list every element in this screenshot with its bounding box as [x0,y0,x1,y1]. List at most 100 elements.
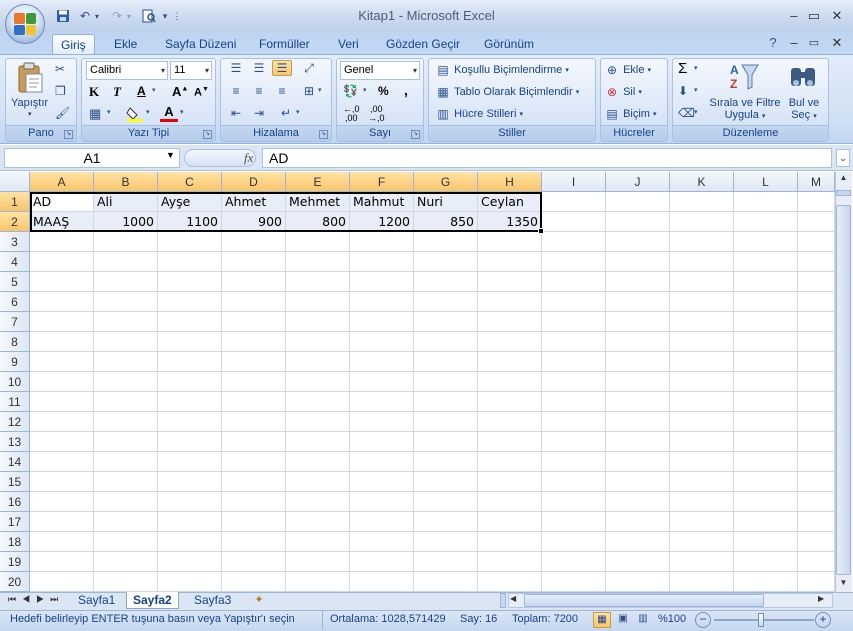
cell-e18[interactable] [286,532,350,552]
row-header-5[interactable]: 5 [0,272,30,292]
cell-f6[interactable] [350,292,414,312]
cell-b6[interactable] [94,292,158,312]
cell-d3[interactable] [222,232,286,252]
comma-button[interactable]: , [404,82,408,98]
row-header-4[interactable]: 4 [0,252,30,272]
align-middle-icon[interactable]: ☰ [249,61,269,75]
cell-c9[interactable] [158,352,222,372]
cell-f7[interactable] [350,312,414,332]
cell-h1[interactable]: Ceylan [478,192,542,212]
cell-a8[interactable] [30,332,94,352]
cell-m5[interactable] [798,272,835,292]
cell-a10[interactable] [30,372,94,392]
increase-indent-icon[interactable]: ⇥ [249,106,269,120]
row-header-1[interactable]: 1 [0,192,30,212]
cell-b1[interactable]: Ali [94,192,158,212]
zoom-out-icon[interactable]: − [695,612,711,628]
column-header-g[interactable]: G [414,172,478,192]
cell-e6[interactable] [286,292,350,312]
cell-g19[interactable] [414,552,478,572]
row-header-20[interactable]: 20 [0,572,30,592]
cell-j16[interactable] [606,492,670,512]
cell-h17[interactable] [478,512,542,532]
scroll-right-icon[interactable]: ▶ [818,594,824,603]
cell-e3[interactable] [286,232,350,252]
cell-g5[interactable] [414,272,478,292]
tab-split-box[interactable] [500,593,506,608]
cell-c7[interactable] [158,312,222,332]
cell-d16[interactable] [222,492,286,512]
cell-i9[interactable] [542,352,606,372]
cell-a11[interactable] [30,392,94,412]
column-header-l[interactable]: L [734,172,798,192]
underline-dropdown-icon[interactable]: ▾ [152,86,156,94]
font-color-icon[interactable]: A [160,105,178,122]
zoom-in-icon[interactable]: + [815,612,831,628]
next-sheet-icon[interactable]: ▶ [36,594,50,604]
cell-l2[interactable] [734,212,798,232]
cut-icon[interactable]: ✂ [55,62,65,76]
cell-j3[interactable] [606,232,670,252]
cell-b10[interactable] [94,372,158,392]
insert-sheet-icon[interactable]: ✦ [250,593,268,608]
cell-g3[interactable] [414,232,478,252]
cell-f16[interactable] [350,492,414,512]
currency-dropdown-icon[interactable]: ▾ [363,86,367,94]
cell-j2[interactable] [606,212,670,232]
cell-b8[interactable] [94,332,158,352]
cell-m16[interactable] [798,492,835,512]
font-launcher-icon[interactable]: ↘ [203,130,212,139]
minimize-button[interactable]: – [785,8,803,24]
cell-j8[interactable] [606,332,670,352]
sheet-tab-1[interactable]: Sayfa1 [72,592,121,609]
cell-f1[interactable]: Mahmut [350,192,414,212]
italic-button[interactable]: T [113,84,121,100]
cell-b4[interactable] [94,252,158,272]
cell-b3[interactable] [94,232,158,252]
borders-dropdown-icon[interactable]: ▾ [107,108,111,116]
cell-a3[interactable] [30,232,94,252]
name-box[interactable]: A1 [4,148,180,168]
row-header-19[interactable]: 19 [0,552,30,572]
cell-g12[interactable] [414,412,478,432]
copy-icon[interactable]: ❐ [55,84,66,98]
cell-i13[interactable] [542,432,606,452]
tab-review[interactable]: Gözden Geçir [378,34,468,54]
cell-j11[interactable] [606,392,670,412]
fill-color-icon[interactable] [126,106,144,122]
merge-dropdown-icon[interactable]: ▾ [318,86,322,94]
cell-h15[interactable] [478,472,542,492]
fill-icon[interactable]: ⬇ [678,84,688,98]
cell-k14[interactable] [670,452,734,472]
cell-h4[interactable] [478,252,542,272]
number-format-select[interactable]: Genel ▾ [340,61,420,80]
cell-c3[interactable] [158,232,222,252]
decrease-decimal-icon[interactable]: ,00 →,0 [368,105,385,123]
cell-d12[interactable] [222,412,286,432]
increase-decimal-icon[interactable]: ←,0,00 [343,105,360,123]
cell-f10[interactable] [350,372,414,392]
fill-color-dropdown-icon[interactable]: ▾ [146,108,150,116]
cell-d19[interactable] [222,552,286,572]
cell-a4[interactable] [30,252,94,272]
zoom-slider-track[interactable] [714,619,814,621]
font-size-select[interactable]: 11 ▾ [170,61,212,80]
cell-l20[interactable] [734,572,798,592]
row-header-2[interactable]: 2 [0,212,30,232]
cell-e7[interactable] [286,312,350,332]
cell-k18[interactable] [670,532,734,552]
cell-j4[interactable] [606,252,670,272]
cell-h18[interactable] [478,532,542,552]
paste-icon[interactable] [16,62,44,94]
cell-f11[interactable] [350,392,414,412]
sort-filter-button[interactable]: Uygula ▾ [716,109,774,121]
cell-e14[interactable] [286,452,350,472]
cell-j5[interactable] [606,272,670,292]
cell-f4[interactable] [350,252,414,272]
cell-a19[interactable] [30,552,94,572]
cell-e12[interactable] [286,412,350,432]
cell-h16[interactable] [478,492,542,512]
cell-l9[interactable] [734,352,798,372]
cell-c20[interactable] [158,572,222,592]
tab-home[interactable]: Giriş [52,34,95,54]
